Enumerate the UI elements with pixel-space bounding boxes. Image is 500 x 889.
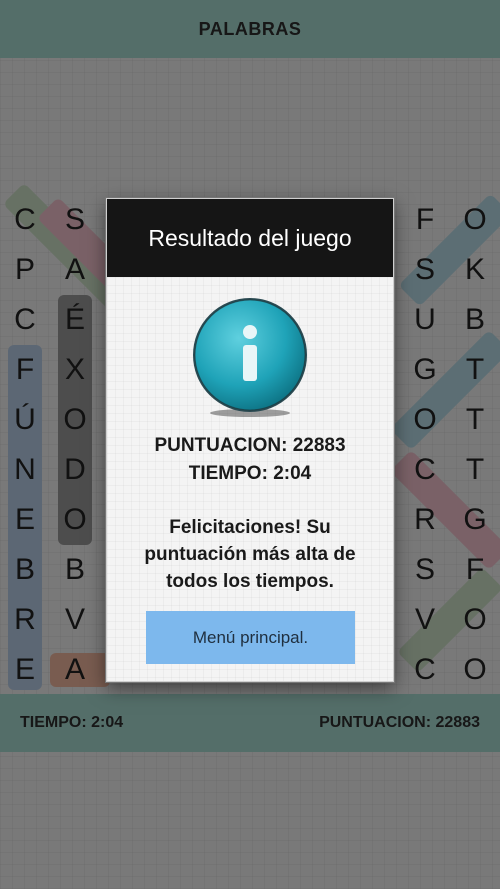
main-menu-button[interactable]: Menú principal. (146, 611, 355, 664)
dialog-time: TIEMPO: 2:04 (188, 463, 312, 484)
congrats-message: Felicitaciones! Su puntuación más alta d… (144, 517, 356, 592)
dialog-header: Resultado del juego (107, 199, 393, 277)
info-icon (193, 298, 307, 417)
dialog-body: PUNTUACION: 22883 TIEMPO: 2:04 Felicitac… (107, 277, 393, 681)
main-menu-button-label: Menú principal. (192, 627, 309, 647)
game-result-dialog: Resultado del juego PUNTUACION: 22883 TI… (106, 198, 394, 682)
dialog-score: PUNTUACION: 22883 (154, 435, 346, 456)
dialog-title: Resultado del juego (148, 224, 352, 251)
